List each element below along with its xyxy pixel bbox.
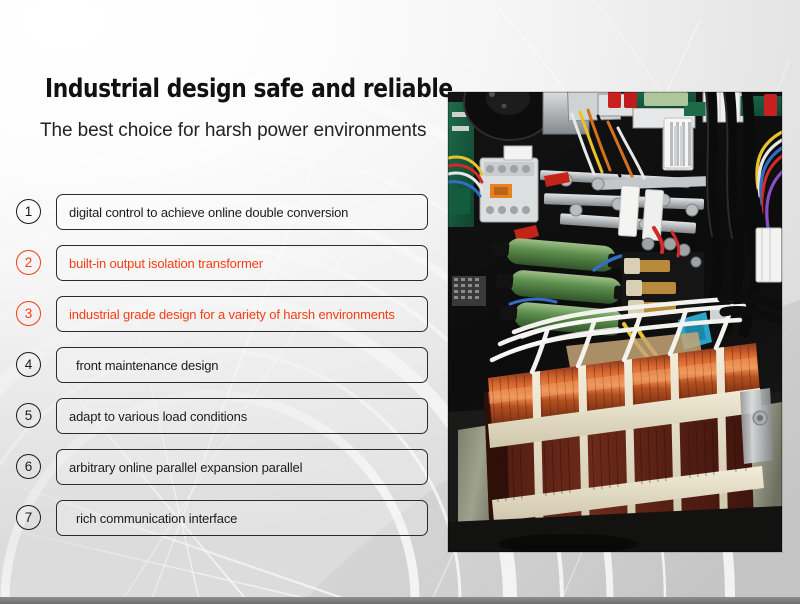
feature-item-4[interactable]: 4 front maintenance design — [0, 347, 440, 383]
feature-number-badge: 5 — [16, 403, 41, 428]
feature-box[interactable]: digital control to achieve online double… — [56, 194, 428, 230]
slide-canvas: Industrial design safe and reliable The … — [0, 0, 800, 604]
feature-box[interactable]: arbitrary online parallel expansion para… — [56, 449, 428, 485]
feature-item-3[interactable]: 3 industrial grade design for a variety … — [0, 296, 440, 332]
feature-number-badge: 7 — [16, 505, 41, 530]
feature-number-badge: 6 — [16, 454, 41, 479]
feature-number-badge: 3 — [16, 301, 41, 326]
feature-label: front maintenance design — [76, 357, 219, 373]
feature-box[interactable]: industrial grade design for a variety of… — [56, 296, 428, 332]
feature-box[interactable]: built-in output isolation transformer — [56, 245, 428, 281]
feature-label: arbitrary online parallel expansion para… — [69, 459, 303, 475]
feature-item-5[interactable]: 5 adapt to various load conditions — [0, 398, 440, 434]
feature-label: built-in output isolation transformer — [69, 255, 263, 271]
feature-number-badge: 1 — [16, 199, 41, 224]
feature-box[interactable]: front maintenance design — [56, 347, 428, 383]
feature-label: adapt to various load conditions — [69, 408, 248, 424]
feature-label: digital control to achieve online double… — [69, 204, 349, 220]
feature-number-badge: 4 — [16, 352, 41, 377]
feature-item-2[interactable]: 2 built-in output isolation transformer — [0, 245, 440, 281]
feature-item-6[interactable]: 6 arbitrary online parallel expansion pa… — [0, 449, 440, 485]
product-photo — [448, 92, 782, 552]
feature-list: 1 digital control to achieve online doub… — [0, 194, 440, 551]
feature-label: industrial grade design for a variety of… — [69, 306, 395, 322]
feature-item-1[interactable]: 1 digital control to achieve online doub… — [0, 194, 440, 230]
feature-label: rich communication interface — [76, 510, 238, 526]
feature-box[interactable]: rich communication interface — [56, 500, 428, 536]
page-title: Industrial design safe and reliable — [45, 74, 453, 104]
feature-number-badge: 2 — [16, 250, 41, 275]
page-subtitle: The best choice for harsh power environm… — [40, 120, 427, 141]
feature-box[interactable]: adapt to various load conditions — [56, 398, 428, 434]
feature-item-7[interactable]: 7 rich communication interface — [0, 500, 440, 536]
footer-bar — [0, 597, 800, 604]
